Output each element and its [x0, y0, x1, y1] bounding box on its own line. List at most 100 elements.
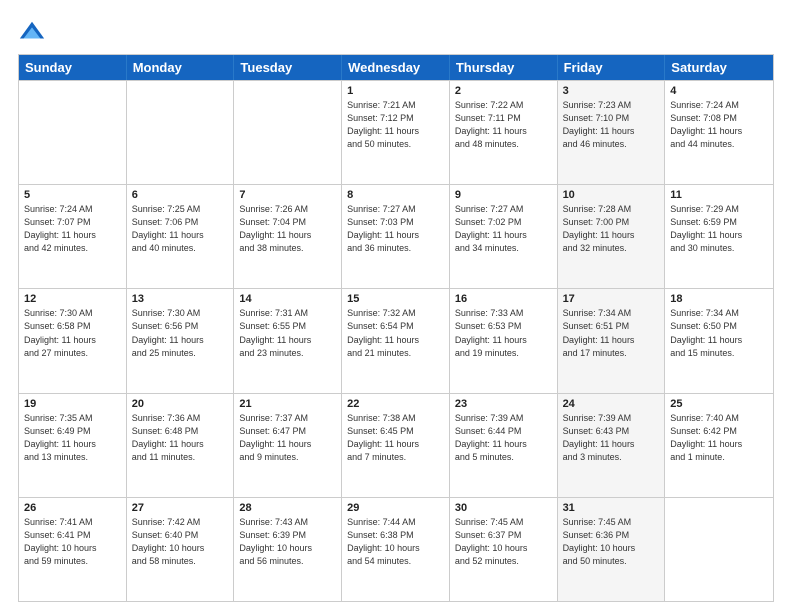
day-cell-27: 27 Sunrise: 7:42 AM Sunset: 6:40 PM Dayli… [127, 498, 235, 601]
calendar-row-5: 26 Sunrise: 7:41 AM Sunset: 6:41 PM Dayli… [19, 497, 773, 601]
day-number: 24 [563, 398, 660, 410]
day-cell-11: 11Sunrise: 7:29 AM Sunset: 6:59 PM Dayli… [665, 185, 773, 288]
calendar-body: 1 Sunrise: 7:21 AM Sunset: 7:12 PM Daylig… [19, 80, 773, 601]
empty-cell [665, 498, 773, 601]
day-cell-4: 4 Sunrise: 7:24 AM Sunset: 7:08 PM Daylig… [665, 81, 773, 184]
day-number: 15 [347, 293, 444, 305]
day-cell-3: 3 Sunrise: 7:23 AM Sunset: 7:10 PM Daylig… [558, 81, 666, 184]
day-info: Sunrise: 7:36 AM Sunset: 6:48 PM Dayligh… [132, 412, 229, 464]
day-number: 27 [132, 502, 229, 514]
day-info: Sunrise: 7:24 AM Sunset: 7:07 PM Dayligh… [24, 203, 121, 255]
day-info: Sunrise: 7:24 AM Sunset: 7:08 PM Dayligh… [670, 99, 768, 151]
day-info: Sunrise: 7:33 AM Sunset: 6:53 PM Dayligh… [455, 307, 552, 359]
header [18, 18, 774, 46]
day-info: Sunrise: 7:25 AM Sunset: 7:06 PM Dayligh… [132, 203, 229, 255]
day-number: 13 [132, 293, 229, 305]
day-info: Sunrise: 7:43 AM Sunset: 6:39 PM Dayligh… [239, 516, 336, 568]
day-number: 17 [563, 293, 660, 305]
day-number: 16 [455, 293, 552, 305]
calendar-row-4: 19 Sunrise: 7:35 AM Sunset: 6:49 PM Dayli… [19, 393, 773, 497]
day-info: Sunrise: 7:26 AM Sunset: 7:04 PM Dayligh… [239, 203, 336, 255]
day-header-friday: Friday [558, 55, 666, 80]
day-info: Sunrise: 7:44 AM Sunset: 6:38 PM Dayligh… [347, 516, 444, 568]
day-info: Sunrise: 7:34 AM Sunset: 6:51 PM Dayligh… [563, 307, 660, 359]
day-cell-15: 15 Sunrise: 7:32 AM Sunset: 6:54 PM Dayli… [342, 289, 450, 392]
day-number: 14 [239, 293, 336, 305]
day-info: Sunrise: 7:41 AM Sunset: 6:41 PM Dayligh… [24, 516, 121, 568]
day-number: 30 [455, 502, 552, 514]
day-cell-28: 28 Sunrise: 7:43 AM Sunset: 6:39 PM Dayli… [234, 498, 342, 601]
day-cell-25: 25 Sunrise: 7:40 AM Sunset: 6:42 PM Dayli… [665, 394, 773, 497]
day-number: 19 [24, 398, 121, 410]
empty-cell [234, 81, 342, 184]
day-info: Sunrise: 7:30 AM Sunset: 6:56 PM Dayligh… [132, 307, 229, 359]
calendar-row-3: 12Sunrise: 7:30 AM Sunset: 6:58 PM Dayli… [19, 288, 773, 392]
day-number: 23 [455, 398, 552, 410]
day-number: 21 [239, 398, 336, 410]
day-header-sunday: Sunday [19, 55, 127, 80]
day-cell-30: 30 Sunrise: 7:45 AM Sunset: 6:37 PM Dayli… [450, 498, 558, 601]
day-info: Sunrise: 7:38 AM Sunset: 6:45 PM Dayligh… [347, 412, 444, 464]
day-info: Sunrise: 7:37 AM Sunset: 6:47 PM Dayligh… [239, 412, 336, 464]
day-number: 1 [347, 85, 444, 97]
day-cell-20: 20Sunrise: 7:36 AM Sunset: 6:48 PM Dayli… [127, 394, 235, 497]
calendar-row-1: 1 Sunrise: 7:21 AM Sunset: 7:12 PM Daylig… [19, 80, 773, 184]
day-number: 8 [347, 189, 444, 201]
day-cell-13: 13 Sunrise: 7:30 AM Sunset: 6:56 PM Dayli… [127, 289, 235, 392]
day-number: 10 [563, 189, 660, 201]
day-info: Sunrise: 7:23 AM Sunset: 7:10 PM Dayligh… [563, 99, 660, 151]
calendar: SundayMondayTuesdayWednesdayThursdayFrid… [18, 54, 774, 602]
day-number: 6 [132, 189, 229, 201]
day-cell-29: 29 Sunrise: 7:44 AM Sunset: 6:38 PM Dayli… [342, 498, 450, 601]
day-number: 3 [563, 85, 660, 97]
day-number: 4 [670, 85, 768, 97]
empty-cell [127, 81, 235, 184]
day-cell-14: 14 Sunrise: 7:31 AM Sunset: 6:55 PM Dayli… [234, 289, 342, 392]
day-info: Sunrise: 7:27 AM Sunset: 7:03 PM Dayligh… [347, 203, 444, 255]
day-info: Sunrise: 7:22 AM Sunset: 7:11 PM Dayligh… [455, 99, 552, 151]
day-number: 25 [670, 398, 768, 410]
day-number: 29 [347, 502, 444, 514]
day-info: Sunrise: 7:21 AM Sunset: 7:12 PM Dayligh… [347, 99, 444, 151]
day-info: Sunrise: 7:40 AM Sunset: 6:42 PM Dayligh… [670, 412, 768, 464]
day-cell-19: 19 Sunrise: 7:35 AM Sunset: 6:49 PM Dayli… [19, 394, 127, 497]
day-cell-26: 26 Sunrise: 7:41 AM Sunset: 6:41 PM Dayli… [19, 498, 127, 601]
day-info: Sunrise: 7:39 AM Sunset: 6:43 PM Dayligh… [563, 412, 660, 464]
day-info: Sunrise: 7:28 AM Sunset: 7:00 PM Dayligh… [563, 203, 660, 255]
day-cell-24: 24 Sunrise: 7:39 AM Sunset: 6:43 PM Dayli… [558, 394, 666, 497]
day-info: Sunrise: 7:27 AM Sunset: 7:02 PM Dayligh… [455, 203, 552, 255]
day-cell-16: 16 Sunrise: 7:33 AM Sunset: 6:53 PM Dayli… [450, 289, 558, 392]
day-header-wednesday: Wednesday [342, 55, 450, 80]
calendar-row-2: 5Sunrise: 7:24 AM Sunset: 7:07 PM Daylig… [19, 184, 773, 288]
day-cell-31: 31 Sunrise: 7:45 AM Sunset: 6:36 PM Dayli… [558, 498, 666, 601]
day-number: 28 [239, 502, 336, 514]
day-info: Sunrise: 7:32 AM Sunset: 6:54 PM Dayligh… [347, 307, 444, 359]
day-cell-5: 5Sunrise: 7:24 AM Sunset: 7:07 PM Daylig… [19, 185, 127, 288]
day-header-tuesday: Tuesday [234, 55, 342, 80]
day-info: Sunrise: 7:31 AM Sunset: 6:55 PM Dayligh… [239, 307, 336, 359]
empty-cell [19, 81, 127, 184]
day-header-thursday: Thursday [450, 55, 558, 80]
day-number: 12 [24, 293, 121, 305]
day-number: 2 [455, 85, 552, 97]
day-info: Sunrise: 7:45 AM Sunset: 6:36 PM Dayligh… [563, 516, 660, 568]
day-number: 26 [24, 502, 121, 514]
day-info: Sunrise: 7:35 AM Sunset: 6:49 PM Dayligh… [24, 412, 121, 464]
day-info: Sunrise: 7:45 AM Sunset: 6:37 PM Dayligh… [455, 516, 552, 568]
day-number: 18 [670, 293, 768, 305]
day-header-monday: Monday [127, 55, 235, 80]
day-info: Sunrise: 7:34 AM Sunset: 6:50 PM Dayligh… [670, 307, 768, 359]
day-number: 31 [563, 502, 660, 514]
page: SundayMondayTuesdayWednesdayThursdayFrid… [0, 0, 792, 612]
day-cell-1: 1 Sunrise: 7:21 AM Sunset: 7:12 PM Daylig… [342, 81, 450, 184]
day-cell-6: 6 Sunrise: 7:25 AM Sunset: 7:06 PM Daylig… [127, 185, 235, 288]
day-info: Sunrise: 7:29 AM Sunset: 6:59 PM Dayligh… [670, 203, 768, 255]
day-cell-22: 22Sunrise: 7:38 AM Sunset: 6:45 PM Dayli… [342, 394, 450, 497]
day-number: 9 [455, 189, 552, 201]
day-cell-23: 23 Sunrise: 7:39 AM Sunset: 6:44 PM Dayli… [450, 394, 558, 497]
day-cell-7: 7Sunrise: 7:26 AM Sunset: 7:04 PM Daylig… [234, 185, 342, 288]
day-info: Sunrise: 7:39 AM Sunset: 6:44 PM Dayligh… [455, 412, 552, 464]
day-info: Sunrise: 7:42 AM Sunset: 6:40 PM Dayligh… [132, 516, 229, 568]
logo [18, 18, 50, 46]
day-cell-10: 10 Sunrise: 7:28 AM Sunset: 7:00 PM Dayli… [558, 185, 666, 288]
